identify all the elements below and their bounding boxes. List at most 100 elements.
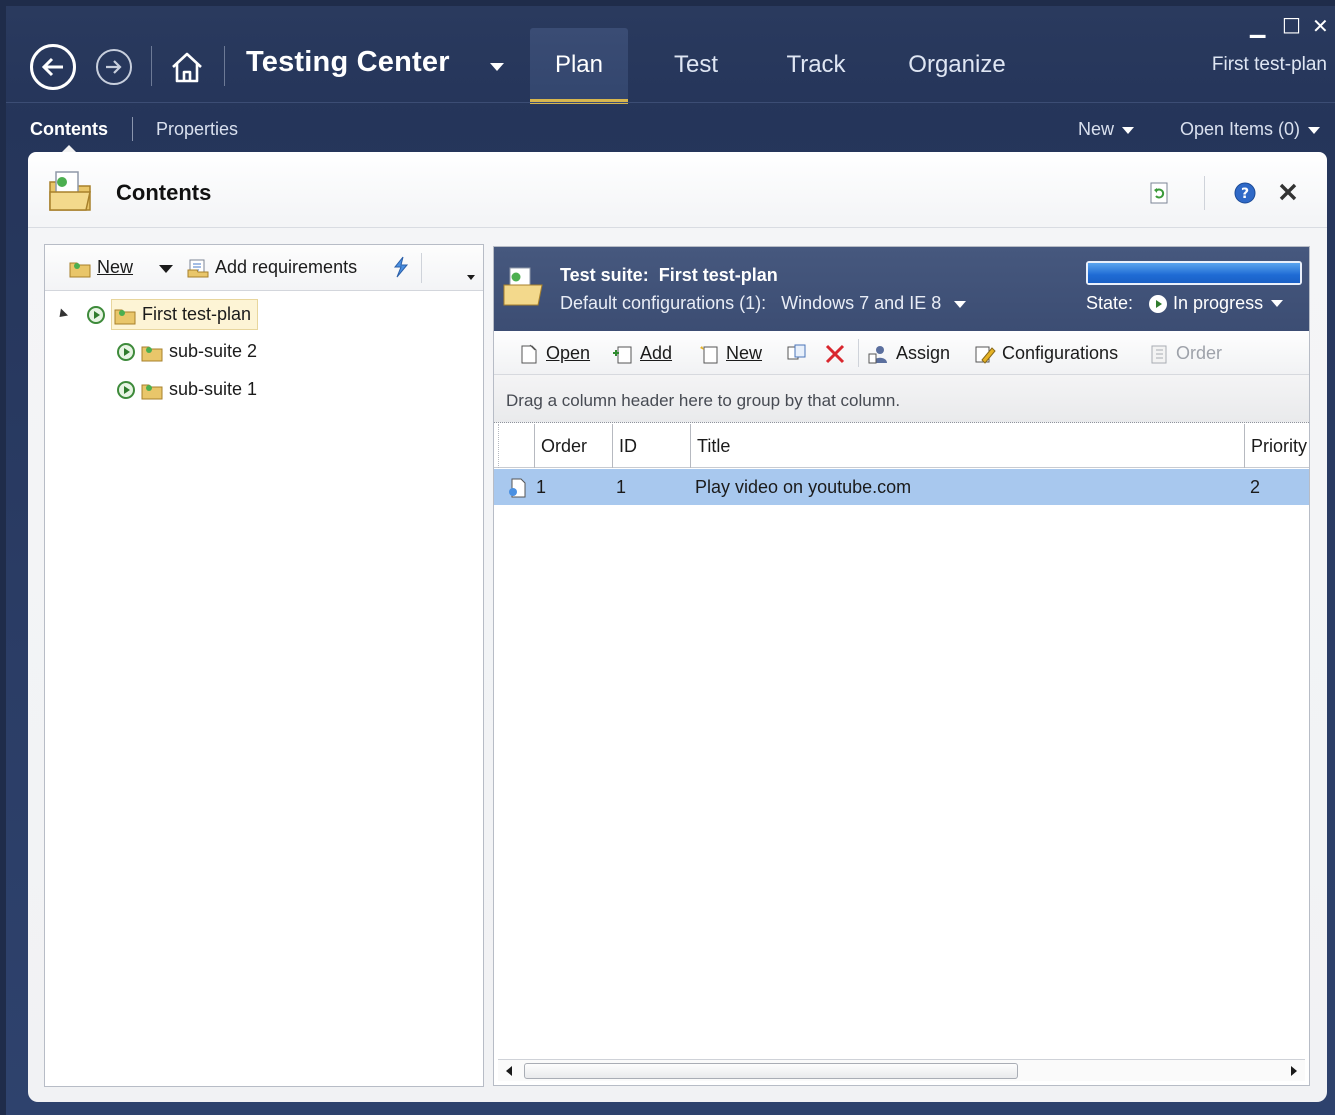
progress-fill xyxy=(1088,263,1300,283)
expand-collapse-icon[interactable] xyxy=(55,308,69,321)
toolbar-overflow-button[interactable] xyxy=(467,275,475,280)
help-icon[interactable]: ? xyxy=(1234,182,1256,204)
forward-button[interactable] xyxy=(96,49,132,85)
open-document-icon xyxy=(521,344,537,363)
scroll-left-icon[interactable] xyxy=(506,1066,512,1076)
suite-folder-icon xyxy=(114,309,136,324)
order-button[interactable]: Order xyxy=(1148,343,1222,364)
remove-icon[interactable] xyxy=(824,343,846,365)
config-label: Default configurations (1): xyxy=(560,293,767,313)
suite-header: Test suite: First test-plan Default conf… xyxy=(494,247,1309,331)
add-label: Add xyxy=(640,343,673,363)
table-row[interactable]: 1 1 Play video on youtube.com 2 xyxy=(494,469,1309,505)
new-menu[interactable]: New xyxy=(1078,119,1135,140)
tab-label: Test xyxy=(673,51,718,78)
back-button[interactable] xyxy=(30,44,76,90)
new-test-case-button[interactable]: New xyxy=(698,343,762,364)
chevron-down-icon[interactable] xyxy=(954,300,967,308)
suite-state-icon xyxy=(87,305,105,324)
query-suite-icon[interactable] xyxy=(389,255,411,279)
test-case-toolbar: Open Add New Assign Configurations Order xyxy=(494,331,1309,375)
requirements-icon xyxy=(187,259,209,277)
maximize-button[interactable]: □ xyxy=(1282,12,1301,36)
suite-title-label: Test suite: xyxy=(560,265,649,285)
suite-folder-icon xyxy=(141,384,163,399)
chevron-down-icon[interactable] xyxy=(1271,300,1284,307)
subnav-properties[interactable]: Properties xyxy=(156,119,238,140)
copy-icon[interactable] xyxy=(786,343,808,363)
sub-navigation: Contents Properties New Open Items (0) xyxy=(6,102,1335,152)
test-plan-folder-icon xyxy=(49,171,91,211)
column-header-order[interactable]: Order xyxy=(534,424,612,468)
configurations-button[interactable]: Configurations xyxy=(974,343,1118,364)
tab-test[interactable]: Test xyxy=(656,28,736,102)
testing-center-window: Testing Center Plan Test Track Organize … xyxy=(6,6,1335,1115)
suite-folder-icon xyxy=(141,346,163,361)
add-requirements-button[interactable]: Add requirements xyxy=(187,257,357,278)
tree-node-label-container: First test-plan xyxy=(111,299,259,330)
close-button[interactable]: ✕ xyxy=(1312,14,1329,38)
assign-button[interactable]: Assign xyxy=(868,343,950,364)
subnav-contents[interactable]: Contents xyxy=(30,119,108,140)
panel-title: Contents xyxy=(116,180,212,205)
configurations-icon xyxy=(975,346,996,364)
tab-label: Organize xyxy=(908,51,1006,78)
config-value[interactable]: Windows 7 and IE 8 xyxy=(781,293,941,313)
tab-label: Plan xyxy=(554,51,604,78)
add-button[interactable]: Add xyxy=(612,343,672,364)
scroll-thumb[interactable] xyxy=(524,1063,1018,1079)
column-header-priority[interactable]: Priority xyxy=(1244,424,1311,468)
contents-panel: Contents ? New Add requirements First te… xyxy=(28,152,1327,1102)
in-progress-icon xyxy=(1149,294,1168,313)
new-test-case-icon xyxy=(700,345,718,363)
suite-details-pane: Test suite: First test-plan Default conf… xyxy=(493,246,1310,1086)
suite-title-value: First test-plan xyxy=(658,265,778,285)
new-test-case-label: New xyxy=(726,343,763,363)
refresh-icon[interactable] xyxy=(1149,182,1171,204)
tab-track[interactable]: Track xyxy=(774,28,858,102)
chevron-down-icon xyxy=(1308,126,1321,134)
current-plan-name[interactable]: First test-plan xyxy=(1212,54,1327,76)
new-suite-label: New xyxy=(97,257,134,277)
configurations-label: Configurations xyxy=(1002,343,1119,363)
test-case-icon xyxy=(509,478,526,498)
svg-text:?: ? xyxy=(1241,186,1249,202)
close-panel-icon[interactable] xyxy=(1278,182,1298,202)
state-value[interactable]: In progress xyxy=(1173,293,1263,314)
scroll-right-icon[interactable] xyxy=(1291,1066,1297,1076)
tree-node-root[interactable]: First test-plan xyxy=(55,299,259,330)
tree-node-sub-suite-1[interactable]: sub-suite 1 xyxy=(117,379,257,400)
tab-organize[interactable]: Organize xyxy=(892,28,1022,102)
new-folder-icon xyxy=(69,262,91,277)
suite-state-icon xyxy=(117,342,135,361)
app-switcher-dropdown[interactable] xyxy=(490,63,504,71)
new-dropdown[interactable] xyxy=(159,265,173,273)
suite-progress-bar xyxy=(1086,261,1302,285)
state-label: State: xyxy=(1086,293,1134,313)
active-subnav-pointer xyxy=(62,145,76,152)
divider xyxy=(151,46,152,86)
tab-plan[interactable]: Plan xyxy=(530,28,628,104)
open-button[interactable]: Open xyxy=(518,343,590,364)
suite-state-icon xyxy=(117,380,135,399)
cell-order: 1 xyxy=(536,477,547,497)
group-by-drop-area[interactable]: Drag a column header here to group by th… xyxy=(494,375,1309,423)
horizontal-scrollbar[interactable] xyxy=(498,1059,1305,1081)
column-header-title[interactable]: Title xyxy=(690,424,1246,468)
assign-label: Assign xyxy=(896,343,951,363)
column-header-id[interactable]: ID xyxy=(612,424,690,468)
arrow-left-icon xyxy=(41,57,63,77)
column-header-icon[interactable] xyxy=(498,424,534,468)
title-bar: Testing Center Plan Test Track Organize … xyxy=(6,6,1335,104)
arrow-right-icon xyxy=(106,60,122,74)
group-hint-text: Drag a column header here to group by th… xyxy=(506,391,901,410)
tree-node-sub-suite-2[interactable]: sub-suite 2 xyxy=(117,341,257,362)
home-button[interactable] xyxy=(168,48,206,86)
default-configurations: Default configurations (1): Windows 7 an… xyxy=(560,293,967,314)
open-items-menu[interactable]: Open Items (0) xyxy=(1180,119,1321,140)
minimize-button[interactable]: ▁ xyxy=(1250,14,1265,38)
chevron-down-icon xyxy=(1122,126,1135,134)
new-suite-button[interactable]: New xyxy=(69,257,133,278)
new-menu-label: New xyxy=(1078,119,1115,139)
tree-node-label: sub-suite 1 xyxy=(169,379,258,399)
